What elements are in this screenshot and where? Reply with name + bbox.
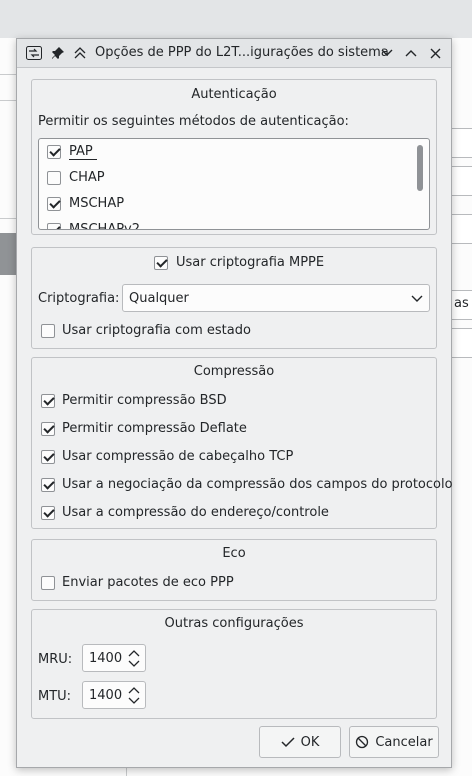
app-icon [25, 44, 43, 62]
mschapv2-label: MSCHAPv2 [69, 222, 141, 230]
spin-up-icon[interactable] [127, 648, 141, 658]
echo-title: Eco [222, 546, 246, 561]
use-mppe-checkbox[interactable] [154, 256, 168, 270]
crypto-label: Criptografia: [38, 291, 120, 306]
list-scrollbar-thumb[interactable] [417, 145, 423, 191]
keep-above-icon[interactable] [71, 44, 89, 62]
mppe-group: Usar criptografia MPPE Criptografia: Qua… [31, 247, 437, 349]
other-settings-title: Outras configurações [164, 616, 304, 631]
chevron-down-icon [381, 49, 393, 56]
pin-icon[interactable] [49, 44, 67, 62]
mru-label: MRU: [38, 652, 73, 667]
auth-method-mschapv2[interactable]: MSCHAPv2 [39, 217, 409, 230]
title-bar: Opções de PPP do L2T...igurações do sist… [17, 39, 451, 68]
bsd-compression-checkbox[interactable] [41, 394, 55, 408]
spin-down-icon[interactable] [127, 659, 141, 669]
background-field[interactable] [450, 128, 472, 158]
ok-button[interactable]: OK [259, 726, 341, 758]
other-settings-group: Outras configurações MRU: 1400 MTU: 1400 [31, 609, 437, 719]
mru-value: 1400 [89, 651, 123, 666]
ppp-options-dialog: Opções de PPP do L2T...igurações do sist… [16, 38, 453, 768]
deflate-compression-checkbox[interactable] [41, 422, 55, 436]
background-divider [0, 218, 16, 219]
chap-checkbox[interactable] [47, 171, 61, 185]
address-control-compression-checkbox[interactable] [41, 506, 55, 520]
address-control-compression-label: Usar a compressão do endereço/controle [62, 505, 329, 520]
chevron-down-icon [411, 295, 423, 302]
mschapv2-checkbox[interactable] [47, 223, 61, 229]
crypto-select[interactable]: Qualquer [122, 284, 430, 312]
protocol-field-compression-label: Usar a negociação da compressão dos camp… [62, 477, 453, 492]
tcp-header-compression-label: Usar compressão de cabeçalho TCP [62, 449, 294, 464]
background-window-toolbar [0, 0, 472, 38]
background-divider [0, 74, 16, 75]
close-button[interactable] [425, 43, 445, 63]
background-field[interactable] [450, 328, 472, 358]
send-echo-label: Enviar pacotes de eco PPP [62, 575, 234, 590]
auth-method-pap[interactable]: PAP [39, 139, 409, 165]
chap-label: CHAP [69, 170, 105, 185]
list-scrollbar[interactable] [417, 143, 423, 225]
authentication-prompt: Permitir os seguintes métodos de autenti… [38, 114, 349, 129]
stateful-crypto-label: Usar criptografia com estado [62, 323, 251, 338]
pap-label: PAP [69, 144, 97, 160]
compression-group: Compressão Permitir compressão BSD Permi… [31, 357, 453, 529]
spin-up-icon[interactable] [127, 685, 141, 695]
ok-button-label: OK [300, 734, 320, 750]
pap-checkbox[interactable] [47, 145, 61, 159]
mtu-label: MTU: [38, 689, 72, 704]
authentication-methods-list[interactable]: PAP CHAP MSCHAP MSCHAPv2 [38, 138, 430, 230]
mru-spinbox[interactable]: 1400 [82, 644, 146, 672]
deflate-compression-label: Permitir compressão Deflate [62, 421, 247, 436]
auth-method-mschap[interactable]: MSCHAP [39, 191, 409, 217]
auth-method-chap[interactable]: CHAP [39, 165, 409, 191]
send-echo-checkbox[interactable] [41, 576, 55, 590]
maximize-button[interactable] [401, 43, 421, 63]
cancel-icon [356, 735, 369, 749]
cancel-button[interactable]: Cancelar [349, 726, 439, 758]
echo-group: Eco Enviar pacotes de eco PPP [31, 539, 437, 601]
mtu-spinbox[interactable]: 1400 [82, 681, 146, 709]
bsd-compression-label: Permitir compressão BSD [62, 393, 227, 408]
mschap-checkbox[interactable] [47, 197, 61, 211]
background-divider [0, 100, 16, 101]
spin-down-icon[interactable] [127, 696, 141, 706]
tcp-header-compression-checkbox[interactable] [41, 450, 55, 464]
background-field[interactable] [450, 166, 472, 196]
close-icon [430, 48, 440, 58]
use-mppe-label: Usar criptografia MPPE [176, 255, 325, 270]
window-title: Opções de PPP do L2T...igurações do sist… [95, 45, 389, 60]
mtu-value: 1400 [89, 688, 123, 703]
authentication-group: Autenticação Permitir os seguintes métod… [31, 79, 437, 235]
crypto-selected-value: Qualquer [129, 291, 189, 306]
background-partial-text: as [454, 296, 469, 311]
background-scrollbar[interactable] [0, 233, 16, 275]
protocol-field-compression-checkbox[interactable] [41, 478, 55, 492]
minimize-button[interactable] [377, 43, 397, 63]
background-field[interactable] [450, 214, 472, 244]
authentication-title: Autenticação [191, 87, 277, 102]
compression-title: Compressão [193, 364, 275, 379]
background-divider [126, 768, 127, 776]
mschap-label: MSCHAP [69, 196, 125, 211]
cancel-button-label: Cancelar [375, 734, 433, 750]
check-icon [281, 737, 295, 748]
stateful-crypto-checkbox[interactable] [41, 324, 55, 338]
chevron-up-icon [405, 50, 417, 57]
